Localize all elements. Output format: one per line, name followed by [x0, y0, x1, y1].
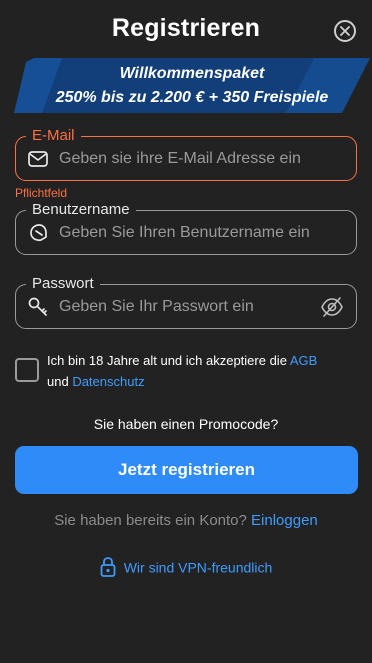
promo-code-toggle[interactable]: Sie haben einen Promocode?: [0, 416, 372, 432]
terms-consent-text: Ich bin 18 Jahre alt und ich akzeptiere …: [47, 350, 352, 392]
username-input[interactable]: [59, 211, 319, 254]
banner-title: Willkommenspaket: [119, 65, 265, 82]
vpn-info[interactable]: Wir sind VPN-freundlich: [0, 557, 372, 580]
consent-text: Ich bin 18 Jahre alt und ich akzeptiere …: [47, 353, 290, 368]
register-button[interactable]: Jetzt registrieren: [15, 446, 358, 494]
password-input[interactable]: [59, 285, 319, 328]
password-field[interactable]: Passwort: [15, 275, 357, 329]
login-prompt-text: Sie haben bereits ein Konto?: [54, 512, 252, 529]
agb-link[interactable]: AGB: [290, 353, 317, 368]
lock-icon: [100, 557, 116, 577]
key-icon: [28, 297, 47, 316]
eye-off-icon[interactable]: [320, 296, 344, 318]
login-prompt: Sie haben bereits ein Konto? Einloggen: [0, 512, 372, 529]
email-input[interactable]: [59, 137, 319, 180]
consent-text-middle: und: [47, 374, 73, 389]
email-error: Pflichtfeld: [15, 186, 68, 200]
privacy-link[interactable]: Datenschutz: [72, 374, 144, 389]
terms-checkbox[interactable]: [15, 358, 39, 382]
vpn-text: Wir sind VPN-freundlich: [123, 559, 273, 576]
login-link[interactable]: Einloggen: [251, 512, 318, 529]
email-field[interactable]: E-Mail: [15, 127, 357, 181]
username-field[interactable]: Benutzername: [15, 201, 357, 255]
user-badge-icon: [30, 224, 47, 242]
page-title: Registrieren: [111, 14, 261, 42]
banner-offer: 250% bis zu 2.200 € + 350 Freispiele: [55, 89, 329, 106]
welcome-banner: Willkommenspaket 250% bis zu 2.200 € + 3…: [14, 58, 370, 113]
close-icon[interactable]: [334, 20, 356, 42]
envelope-icon: [28, 151, 48, 167]
